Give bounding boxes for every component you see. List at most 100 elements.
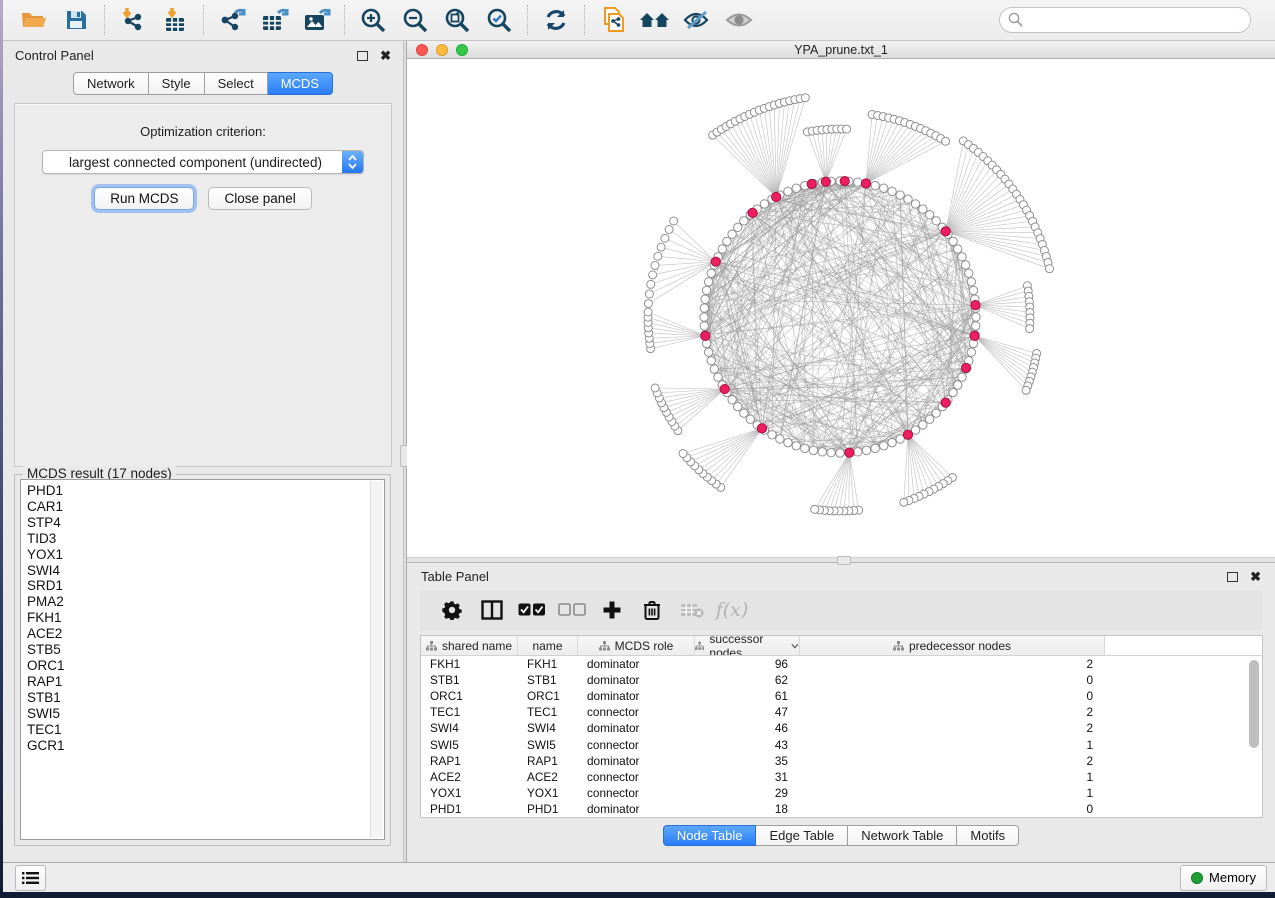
- network-node[interactable]: [645, 290, 653, 298]
- table-cell[interactable]: YOX1: [518, 786, 578, 800]
- zoom-fit-button[interactable]: [436, 3, 478, 37]
- network-node[interactable]: [1026, 325, 1034, 333]
- table-row[interactable]: PHD1PHD1dominator180: [421, 801, 1262, 817]
- network-node[interactable]: [768, 431, 776, 439]
- network-dominator-node[interactable]: [941, 227, 950, 236]
- add-column-button[interactable]: [592, 594, 632, 626]
- table-cell[interactable]: 62: [695, 673, 800, 687]
- table-scrollbar-thumb[interactable]: [1249, 660, 1259, 748]
- mcds-result-item[interactable]: RAP1: [27, 674, 384, 690]
- float-panel-icon[interactable]: [357, 51, 368, 61]
- mcds-result-item[interactable]: PHD1: [27, 483, 384, 499]
- table-cell[interactable]: PHD1: [518, 802, 578, 816]
- network-node[interactable]: [734, 402, 742, 410]
- network-dominator-node[interactable]: [757, 424, 766, 433]
- table-row[interactable]: SWI4SWI4dominator462: [421, 720, 1262, 736]
- network-node[interactable]: [809, 446, 817, 454]
- show-all-graphics-button[interactable]: [718, 3, 760, 37]
- table-cell[interactable]: 2: [800, 721, 1105, 735]
- table-cell[interactable]: ACE2: [421, 770, 518, 784]
- import-table-button[interactable]: [154, 3, 196, 37]
- network-node[interactable]: [665, 226, 673, 234]
- table-cell[interactable]: ACE2: [518, 770, 578, 784]
- mcds-result-item[interactable]: TID3: [27, 531, 384, 547]
- network-node[interactable]: [792, 442, 800, 450]
- network-node[interactable]: [740, 217, 748, 225]
- tab-network-table[interactable]: Network Table: [848, 825, 957, 846]
- table-cell[interactable]: SWI5: [518, 738, 578, 752]
- table-cell[interactable]: 46: [695, 721, 800, 735]
- network-node[interactable]: [854, 448, 862, 456]
- mcds-result-item[interactable]: ACE2: [27, 626, 384, 642]
- network-node[interactable]: [932, 409, 940, 417]
- column-header-name[interactable]: name: [518, 636, 578, 655]
- table-cell[interactable]: SWI4: [421, 721, 518, 735]
- hide-selected-button[interactable]: [676, 3, 718, 37]
- network-node[interactable]: [704, 278, 712, 286]
- network-node[interactable]: [880, 184, 888, 192]
- network-node[interactable]: [776, 435, 784, 443]
- network-node[interactable]: [919, 421, 927, 429]
- network-dominator-node[interactable]: [720, 384, 729, 393]
- export-image-button[interactable]: [295, 3, 337, 37]
- network-dominator-node[interactable]: [903, 430, 912, 439]
- column-header-predecessor-nodes[interactable]: predecessor nodes: [800, 636, 1105, 655]
- network-node[interactable]: [949, 237, 957, 245]
- network-node[interactable]: [801, 94, 809, 102]
- network-node[interactable]: [972, 322, 980, 330]
- tab-style[interactable]: Style: [149, 72, 205, 95]
- table-cell[interactable]: FKH1: [518, 657, 578, 671]
- network-node[interactable]: [880, 442, 888, 450]
- list-scrollbar-track[interactable]: [370, 481, 383, 838]
- network-node[interactable]: [700, 322, 708, 330]
- table-cell[interactable]: 1: [800, 738, 1105, 752]
- network-node[interactable]: [707, 357, 715, 365]
- network-dominator-node[interactable]: [807, 179, 816, 188]
- network-node[interactable]: [900, 498, 908, 506]
- network-node[interactable]: [651, 384, 659, 392]
- table-row[interactable]: ACE2ACE2connector311: [421, 769, 1262, 785]
- table-cell[interactable]: 2: [800, 705, 1105, 719]
- network-canvas[interactable]: [407, 59, 1275, 557]
- network-node[interactable]: [784, 438, 792, 446]
- table-row[interactable]: YOX1YOX1connector291: [421, 785, 1262, 801]
- network-node[interactable]: [661, 234, 669, 242]
- network-node[interactable]: [827, 449, 835, 457]
- network-node[interactable]: [651, 262, 659, 270]
- open-session-button[interactable]: [13, 3, 55, 37]
- tab-motifs[interactable]: Motifs: [957, 825, 1019, 846]
- network-node[interactable]: [919, 205, 927, 213]
- column-header-MCDS-role[interactable]: MCDS role: [578, 636, 695, 655]
- horizontal-splitter[interactable]: [407, 557, 1275, 563]
- mcds-result-item[interactable]: ORC1: [27, 658, 384, 674]
- network-node[interactable]: [702, 286, 710, 294]
- network-node[interactable]: [700, 313, 708, 321]
- table-cell[interactable]: 35: [695, 754, 800, 768]
- tab-mcds[interactable]: MCDS: [268, 72, 333, 95]
- table-settings-button[interactable]: [432, 594, 472, 626]
- table-cell[interactable]: SWI5: [421, 738, 518, 752]
- network-node[interactable]: [925, 415, 933, 423]
- network-node[interactable]: [911, 200, 919, 208]
- network-node[interactable]: [1045, 265, 1053, 273]
- network-node[interactable]: [670, 217, 678, 225]
- table-cell[interactable]: dominator: [578, 754, 695, 768]
- network-node[interactable]: [969, 286, 977, 294]
- network-node[interactable]: [679, 449, 687, 457]
- table-cell[interactable]: connector: [578, 786, 695, 800]
- network-node[interactable]: [965, 269, 973, 277]
- new-network-from-selection-button[interactable]: [592, 3, 634, 37]
- first-neighbors-button[interactable]: [634, 3, 676, 37]
- table-cell[interactable]: TEC1: [421, 705, 518, 719]
- network-dominator-node[interactable]: [748, 208, 757, 217]
- deselect-all-columns-button[interactable]: [552, 594, 592, 626]
- network-dominator-node[interactable]: [772, 192, 781, 201]
- mcds-result-item[interactable]: GCR1: [27, 738, 384, 754]
- network-dominator-node[interactable]: [711, 257, 720, 266]
- network-node[interactable]: [746, 415, 754, 423]
- table-cell[interactable]: connector: [578, 770, 695, 784]
- table-cell[interactable]: 47: [695, 705, 800, 719]
- table-cell[interactable]: YOX1: [421, 786, 518, 800]
- column-header-successor-nodes[interactable]: successor nodes: [695, 636, 800, 655]
- network-node[interactable]: [700, 304, 708, 312]
